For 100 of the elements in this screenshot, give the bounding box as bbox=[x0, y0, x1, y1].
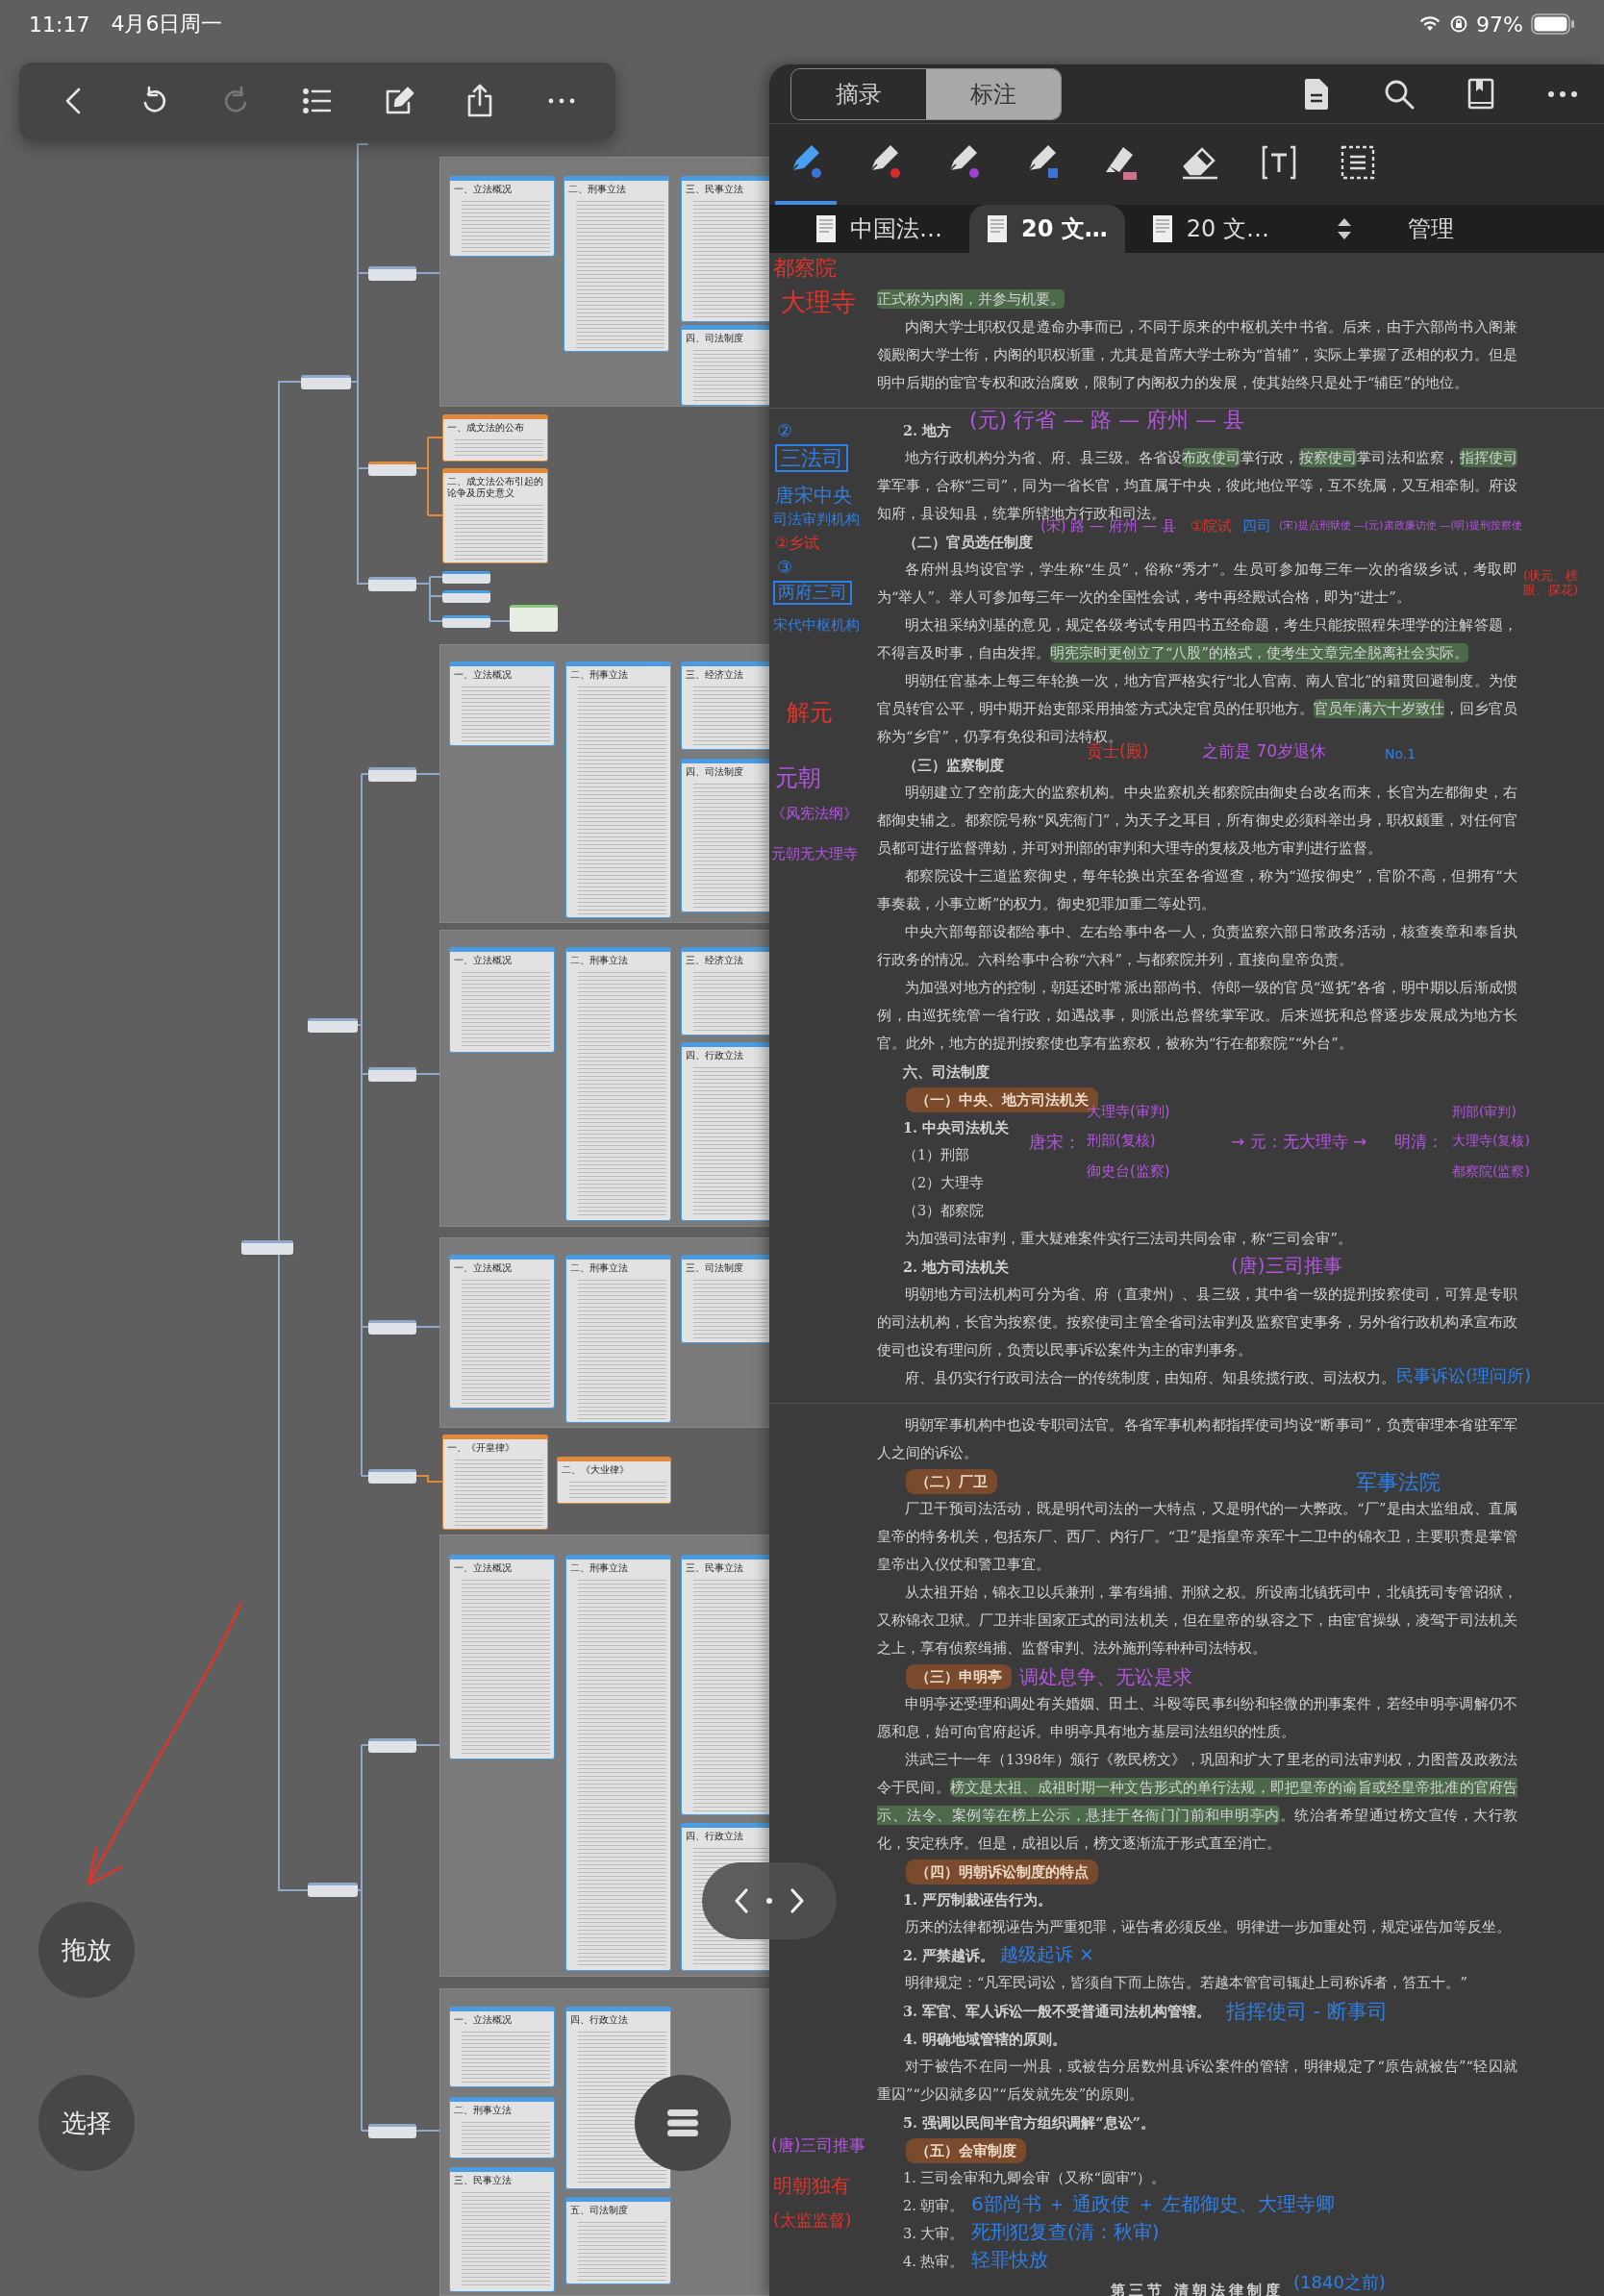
mindmap-node[interactable] bbox=[368, 1738, 416, 1753]
card-title: 四、行政立法 bbox=[686, 1831, 744, 1842]
mindmap-node[interactable] bbox=[368, 266, 416, 281]
handwritten-note: ③ bbox=[777, 558, 793, 578]
mindmap-node[interactable] bbox=[308, 1883, 358, 1897]
more-icon bbox=[546, 97, 576, 105]
document-card[interactable]: 二、刑事立法 bbox=[565, 947, 671, 1221]
list-item: 3. 大审。 bbox=[902, 2225, 965, 2243]
handwritten-note: 大理寺(复核) bbox=[1452, 1133, 1530, 1149]
manage-button[interactable]: 管理 bbox=[1401, 212, 1460, 245]
list-item: 2. 朝审。 bbox=[902, 2197, 965, 2215]
document-icon[interactable] bbox=[1302, 77, 1331, 111]
paragraph: 为加强司法审判，重大疑难案件实行三法司共同会审，称“三司会审”。 bbox=[904, 1230, 1352, 1248]
document-card[interactable]: 一、立法概况 bbox=[449, 661, 555, 746]
handwritten-note: ②乡试 bbox=[775, 535, 820, 553]
document-card[interactable]: 一、立法概况 bbox=[449, 2007, 555, 2087]
paragraph: 历来的法律都视诬告为严重犯罪，诬告者必须反坐。明律进一步加重处罚，规定诬告加等反坐。 bbox=[904, 1918, 1511, 1936]
document-card[interactable]: 二、刑事立法 bbox=[564, 176, 669, 352]
document-thumbnail-icon bbox=[987, 214, 1008, 243]
document-card[interactable]: 一、立法概况 bbox=[449, 1255, 555, 1409]
paragraph: 都察院设十三道监察御史，每年轮换出京至各省巡查，称为“巡按御史”，官阶不高，但拥有“大事奏裁，小事立断”的权力。御史犯罪加重二等处罚。 bbox=[877, 867, 1517, 913]
handwritten-note: (1840之前) bbox=[1293, 2273, 1386, 2293]
document-card[interactable]: 三、司法制度 bbox=[681, 1255, 769, 1343]
mindmap-node[interactable] bbox=[368, 577, 416, 591]
handwritten-note: 明朝独有 bbox=[773, 2175, 850, 2197]
paragraph: 从太祖开始，锦衣卫以兵兼刑，掌有缉捕、刑狱之权。所设南北镇抚司中，北镇抚司专管诏狱，又称锦衣卫狱。厂卫并非国家正式的司法机关，但在皇帝的纵容之下，由宦官操纵，凌驾于司法机关之上，享有侦察缉捕、监督审判、法外施刑等种种司法特权。 bbox=[877, 1584, 1517, 1658]
card-title: 三、经济立法 bbox=[686, 955, 744, 966]
mindmap-node[interactable] bbox=[241, 1240, 293, 1255]
document-card[interactable]: 三、经济立法 bbox=[681, 947, 769, 1036]
section-heading: 4. 明确地域管辖的原则。 bbox=[902, 2030, 1067, 2049]
document-card[interactable]: 三、民事立法 bbox=[681, 1555, 769, 1815]
bookmark-book-icon[interactable] bbox=[1467, 77, 1494, 111]
connector-line bbox=[415, 1744, 440, 1746]
connector-line bbox=[415, 773, 440, 775]
mindmap-node[interactable] bbox=[368, 462, 416, 476]
document-card[interactable]: 一、立法概况 bbox=[449, 1555, 555, 1759]
handwritten-note: 宋代中枢机构 bbox=[773, 617, 860, 635]
mindmap-node[interactable] bbox=[442, 615, 490, 628]
document-card[interactable]: 二、《大业律》 bbox=[557, 1457, 671, 1504]
battery-percent: 97% bbox=[1476, 12, 1523, 37]
document-card[interactable]: 三、经济立法 bbox=[681, 661, 769, 750]
handwritten-note: 三法司 bbox=[775, 444, 848, 473]
mindmap-node[interactable] bbox=[368, 1320, 416, 1335]
more-icon[interactable] bbox=[1546, 88, 1579, 99]
document-card[interactable]: 二、刑事立法 bbox=[565, 661, 671, 918]
list-item: （3）都察院 bbox=[902, 1202, 985, 1220]
document-tab[interactable]: 中国法… bbox=[798, 205, 960, 253]
document-tab[interactable]: 20 文… bbox=[1134, 205, 1287, 253]
handwritten-note: 都察院 bbox=[773, 256, 837, 281]
mindmap-node[interactable] bbox=[368, 1067, 416, 1082]
paragraph: 对于被告不在同一州县，或被告分居数州县诉讼案件的管辖，明律规定了“原告就被告”“轻囚就重囚”“少囚就多囚”“后发就先发”的原则。 bbox=[877, 2058, 1517, 2104]
handwritten-note: 大理寺 bbox=[781, 288, 856, 317]
document-card[interactable]: 五、司法制度 bbox=[565, 2197, 671, 2284]
paragraph: 中央六部每部设都给事中、左右给事中各一人，负责监察六部日常政务活动，核查奏章和奉旨执行政务的情况。六科给事中合称“六科”，与都察院并列，直接向皇帝负责。 bbox=[877, 923, 1517, 969]
handwritten-note: 越级起诉 × bbox=[1000, 1944, 1094, 1965]
mindmap-node[interactable] bbox=[442, 590, 490, 603]
mindmap-node[interactable] bbox=[368, 767, 416, 782]
document-card[interactable]: 一、立法概况 bbox=[449, 947, 555, 1053]
section-heading: 1. 严厉制裁诬告行为。 bbox=[902, 1890, 1053, 1909]
section-heading: 5. 强调以民间半官方组织调解“息讼”。 bbox=[902, 2113, 1155, 2133]
document-card[interactable]: 一、立法概况 bbox=[449, 176, 555, 257]
handwritten-note: 指挥使司 - 断事司 bbox=[1226, 2000, 1388, 2024]
document-card[interactable]: 二、刑事立法 bbox=[449, 2097, 555, 2159]
mode-button[interactable]: 选择 bbox=[38, 2075, 135, 2171]
card-title: 一、立法概况 bbox=[454, 955, 513, 966]
document-tab[interactable]: 20 文… bbox=[969, 205, 1125, 253]
card-title: 二、刑事立法 bbox=[570, 1562, 629, 1574]
section-tag: （四）明朝诉讼制度的特点 bbox=[906, 1859, 1098, 1884]
handwritten-note: 调处息争、无讼是求 bbox=[1019, 1666, 1192, 1688]
document-card[interactable]: 二、刑事立法 bbox=[565, 1255, 671, 1423]
mindmap-node[interactable] bbox=[510, 605, 558, 632]
document-card[interactable]: 四、行政立法 bbox=[681, 1042, 769, 1221]
handwritten-note: 刑部(审判) bbox=[1452, 1104, 1516, 1120]
card-title: 三、民事立法 bbox=[686, 1562, 744, 1574]
document-card[interactable]: 四、司法制度 bbox=[681, 759, 769, 912]
card-title: 二、成文法公布引起的论争及历史意义 bbox=[447, 476, 543, 499]
handwritten-note: ② bbox=[777, 421, 793, 441]
mode-button[interactable]: 拖放 bbox=[38, 1902, 135, 1998]
document-card[interactable]: 三、民事立法 bbox=[681, 176, 769, 322]
mode-tab[interactable]: 标注 bbox=[926, 68, 1061, 119]
document-card[interactable]: 一、《开皇律》 bbox=[442, 1435, 548, 1530]
mindmap-node[interactable] bbox=[368, 1469, 416, 1484]
handwritten-note: (宋)提点刑狱使 —(元)肃政廉访使 —(明)提刑按察使 bbox=[1279, 520, 1522, 533]
card-title: 四、司法制度 bbox=[686, 333, 744, 344]
document-card[interactable]: 三、民事立法 bbox=[449, 2167, 555, 2292]
document-card[interactable]: 一、成文法的公布 bbox=[442, 414, 548, 462]
card-title: 二、刑事立法 bbox=[568, 184, 627, 195]
mindmap-node[interactable] bbox=[301, 375, 351, 389]
mindmap-node[interactable] bbox=[308, 1018, 358, 1033]
list-item: （2）大理寺 bbox=[902, 1174, 985, 1192]
document-card[interactable]: 四、司法制度 bbox=[681, 325, 769, 406]
mindmap-node[interactable] bbox=[442, 571, 490, 584]
section-heading: （三）监察制度 bbox=[902, 756, 1004, 775]
document-card[interactable]: 二、成文法公布引起的论争及历史意义 bbox=[442, 468, 548, 563]
handwritten-note: 刑部(复核) bbox=[1087, 1133, 1156, 1150]
handwritten-note: 御史台(监察) bbox=[1087, 1163, 1170, 1181]
card-title: 二、刑事立法 bbox=[570, 1262, 629, 1274]
mindmap-node[interactable] bbox=[368, 2124, 416, 2138]
handwritten-note: 元朝 bbox=[775, 765, 821, 792]
document-card[interactable]: 二、刑事立法 bbox=[565, 1555, 671, 1971]
